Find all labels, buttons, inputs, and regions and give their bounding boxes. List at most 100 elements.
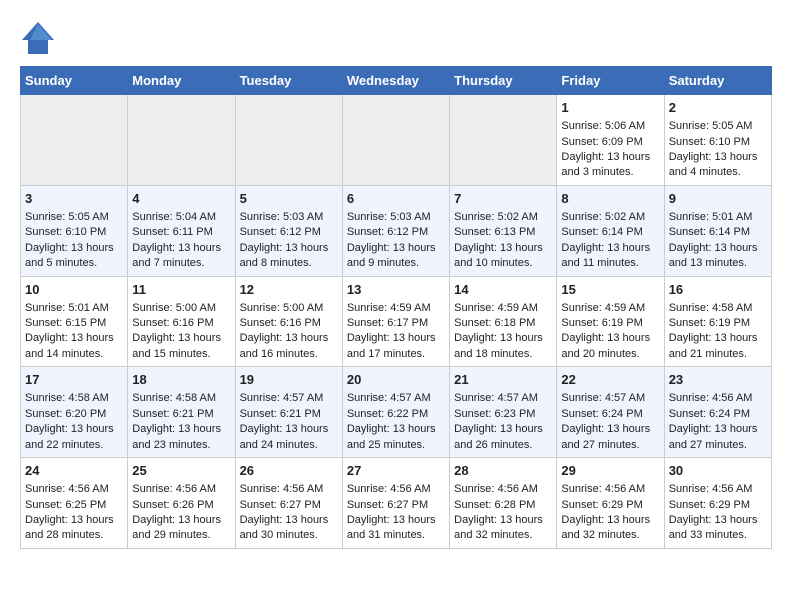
day-cell: 18Sunrise: 4:58 AMSunset: 6:21 PMDayligh… — [128, 367, 235, 458]
day-info: Daylight: 13 hours and 7 minutes. — [132, 241, 230, 272]
day-cell: 4Sunrise: 5:04 AMSunset: 6:11 PMDaylight… — [128, 185, 235, 276]
day-cell: 21Sunrise: 4:57 AMSunset: 6:23 PMDayligh… — [450, 367, 557, 458]
day-cell: 27Sunrise: 4:56 AMSunset: 6:27 PMDayligh… — [342, 458, 449, 549]
day-cell: 10Sunrise: 5:01 AMSunset: 6:15 PMDayligh… — [21, 276, 128, 367]
day-info: Sunrise: 4:57 AM — [240, 391, 338, 406]
day-info: Sunset: 6:11 PM — [132, 225, 230, 240]
day-info: Sunset: 6:09 PM — [561, 135, 659, 150]
calendar-body: 1Sunrise: 5:06 AMSunset: 6:09 PMDaylight… — [21, 95, 772, 549]
day-info: Sunrise: 4:59 AM — [347, 301, 445, 316]
day-cell — [235, 95, 342, 186]
day-info: Daylight: 13 hours and 26 minutes. — [454, 422, 552, 453]
day-info: Sunrise: 4:58 AM — [132, 391, 230, 406]
day-number: 25 — [132, 462, 230, 480]
day-info: Daylight: 13 hours and 20 minutes. — [561, 331, 659, 362]
day-number: 27 — [347, 462, 445, 480]
day-info: Sunrise: 5:01 AM — [669, 210, 767, 225]
day-info: Sunset: 6:27 PM — [347, 498, 445, 513]
day-info: Daylight: 13 hours and 4 minutes. — [669, 150, 767, 181]
day-info: Sunrise: 5:00 AM — [132, 301, 230, 316]
day-cell: 13Sunrise: 4:59 AMSunset: 6:17 PMDayligh… — [342, 276, 449, 367]
day-info: Sunrise: 4:56 AM — [669, 391, 767, 406]
day-info: Sunrise: 4:57 AM — [347, 391, 445, 406]
day-cell — [342, 95, 449, 186]
day-info: Sunset: 6:14 PM — [669, 225, 767, 240]
day-info: Daylight: 13 hours and 33 minutes. — [669, 513, 767, 544]
day-cell: 8Sunrise: 5:02 AMSunset: 6:14 PMDaylight… — [557, 185, 664, 276]
day-info: Sunrise: 4:58 AM — [25, 391, 123, 406]
day-number: 26 — [240, 462, 338, 480]
day-cell — [21, 95, 128, 186]
day-info: Sunrise: 5:00 AM — [240, 301, 338, 316]
day-cell: 2Sunrise: 5:05 AMSunset: 6:10 PMDaylight… — [664, 95, 771, 186]
day-info: Sunrise: 5:03 AM — [240, 210, 338, 225]
day-info: Sunrise: 4:57 AM — [454, 391, 552, 406]
day-info: Sunset: 6:20 PM — [25, 407, 123, 422]
column-header-monday: Monday — [128, 67, 235, 95]
day-info: Sunrise: 4:59 AM — [454, 301, 552, 316]
day-info: Sunset: 6:21 PM — [132, 407, 230, 422]
day-info: Sunrise: 5:03 AM — [347, 210, 445, 225]
day-cell: 29Sunrise: 4:56 AMSunset: 6:29 PMDayligh… — [557, 458, 664, 549]
day-number: 20 — [347, 371, 445, 389]
column-header-saturday: Saturday — [664, 67, 771, 95]
day-number: 3 — [25, 190, 123, 208]
day-info: Sunset: 6:18 PM — [454, 316, 552, 331]
day-number: 16 — [669, 281, 767, 299]
day-info: Sunrise: 5:02 AM — [561, 210, 659, 225]
day-info: Sunrise: 4:58 AM — [669, 301, 767, 316]
day-info: Sunrise: 5:05 AM — [25, 210, 123, 225]
day-info: Sunset: 6:12 PM — [347, 225, 445, 240]
day-info: Daylight: 13 hours and 23 minutes. — [132, 422, 230, 453]
day-info: Sunrise: 4:56 AM — [561, 482, 659, 497]
day-number: 21 — [454, 371, 552, 389]
day-info: Sunset: 6:26 PM — [132, 498, 230, 513]
day-cell: 5Sunrise: 5:03 AMSunset: 6:12 PMDaylight… — [235, 185, 342, 276]
day-info: Sunset: 6:27 PM — [240, 498, 338, 513]
logo-icon — [20, 20, 56, 56]
day-info: Daylight: 13 hours and 28 minutes. — [25, 513, 123, 544]
day-info: Daylight: 13 hours and 31 minutes. — [347, 513, 445, 544]
day-cell: 14Sunrise: 4:59 AMSunset: 6:18 PMDayligh… — [450, 276, 557, 367]
day-cell: 15Sunrise: 4:59 AMSunset: 6:19 PMDayligh… — [557, 276, 664, 367]
week-row-1: 1Sunrise: 5:06 AMSunset: 6:09 PMDaylight… — [21, 95, 772, 186]
day-number: 7 — [454, 190, 552, 208]
day-info: Sunrise: 5:05 AM — [669, 119, 767, 134]
day-cell: 23Sunrise: 4:56 AMSunset: 6:24 PMDayligh… — [664, 367, 771, 458]
day-info: Sunset: 6:10 PM — [669, 135, 767, 150]
day-info: Sunset: 6:28 PM — [454, 498, 552, 513]
day-info: Sunrise: 5:06 AM — [561, 119, 659, 134]
day-info: Sunset: 6:17 PM — [347, 316, 445, 331]
day-cell: 17Sunrise: 4:58 AMSunset: 6:20 PMDayligh… — [21, 367, 128, 458]
day-number: 22 — [561, 371, 659, 389]
day-number: 15 — [561, 281, 659, 299]
day-info: Sunrise: 5:04 AM — [132, 210, 230, 225]
column-header-wednesday: Wednesday — [342, 67, 449, 95]
day-cell: 20Sunrise: 4:57 AMSunset: 6:22 PMDayligh… — [342, 367, 449, 458]
day-info: Daylight: 13 hours and 9 minutes. — [347, 241, 445, 272]
day-number: 13 — [347, 281, 445, 299]
day-number: 23 — [669, 371, 767, 389]
day-info: Sunset: 6:15 PM — [25, 316, 123, 331]
day-info: Daylight: 13 hours and 32 minutes. — [454, 513, 552, 544]
day-info: Daylight: 13 hours and 16 minutes. — [240, 331, 338, 362]
day-info: Sunset: 6:25 PM — [25, 498, 123, 513]
day-info: Daylight: 13 hours and 15 minutes. — [132, 331, 230, 362]
day-info: Daylight: 13 hours and 18 minutes. — [454, 331, 552, 362]
day-cell: 26Sunrise: 4:56 AMSunset: 6:27 PMDayligh… — [235, 458, 342, 549]
day-info: Sunset: 6:16 PM — [132, 316, 230, 331]
day-cell: 16Sunrise: 4:58 AMSunset: 6:19 PMDayligh… — [664, 276, 771, 367]
column-header-friday: Friday — [557, 67, 664, 95]
day-info: Sunrise: 4:56 AM — [669, 482, 767, 497]
day-cell: 25Sunrise: 4:56 AMSunset: 6:26 PMDayligh… — [128, 458, 235, 549]
day-info: Daylight: 13 hours and 8 minutes. — [240, 241, 338, 272]
column-header-tuesday: Tuesday — [235, 67, 342, 95]
day-info: Daylight: 13 hours and 27 minutes. — [669, 422, 767, 453]
calendar-header-row: SundayMondayTuesdayWednesdayThursdayFrid… — [21, 67, 772, 95]
day-info: Daylight: 13 hours and 30 minutes. — [240, 513, 338, 544]
day-info: Daylight: 13 hours and 3 minutes. — [561, 150, 659, 181]
day-info: Daylight: 13 hours and 32 minutes. — [561, 513, 659, 544]
day-info: Sunrise: 4:56 AM — [454, 482, 552, 497]
day-info: Daylight: 13 hours and 24 minutes. — [240, 422, 338, 453]
week-row-2: 3Sunrise: 5:05 AMSunset: 6:10 PMDaylight… — [21, 185, 772, 276]
